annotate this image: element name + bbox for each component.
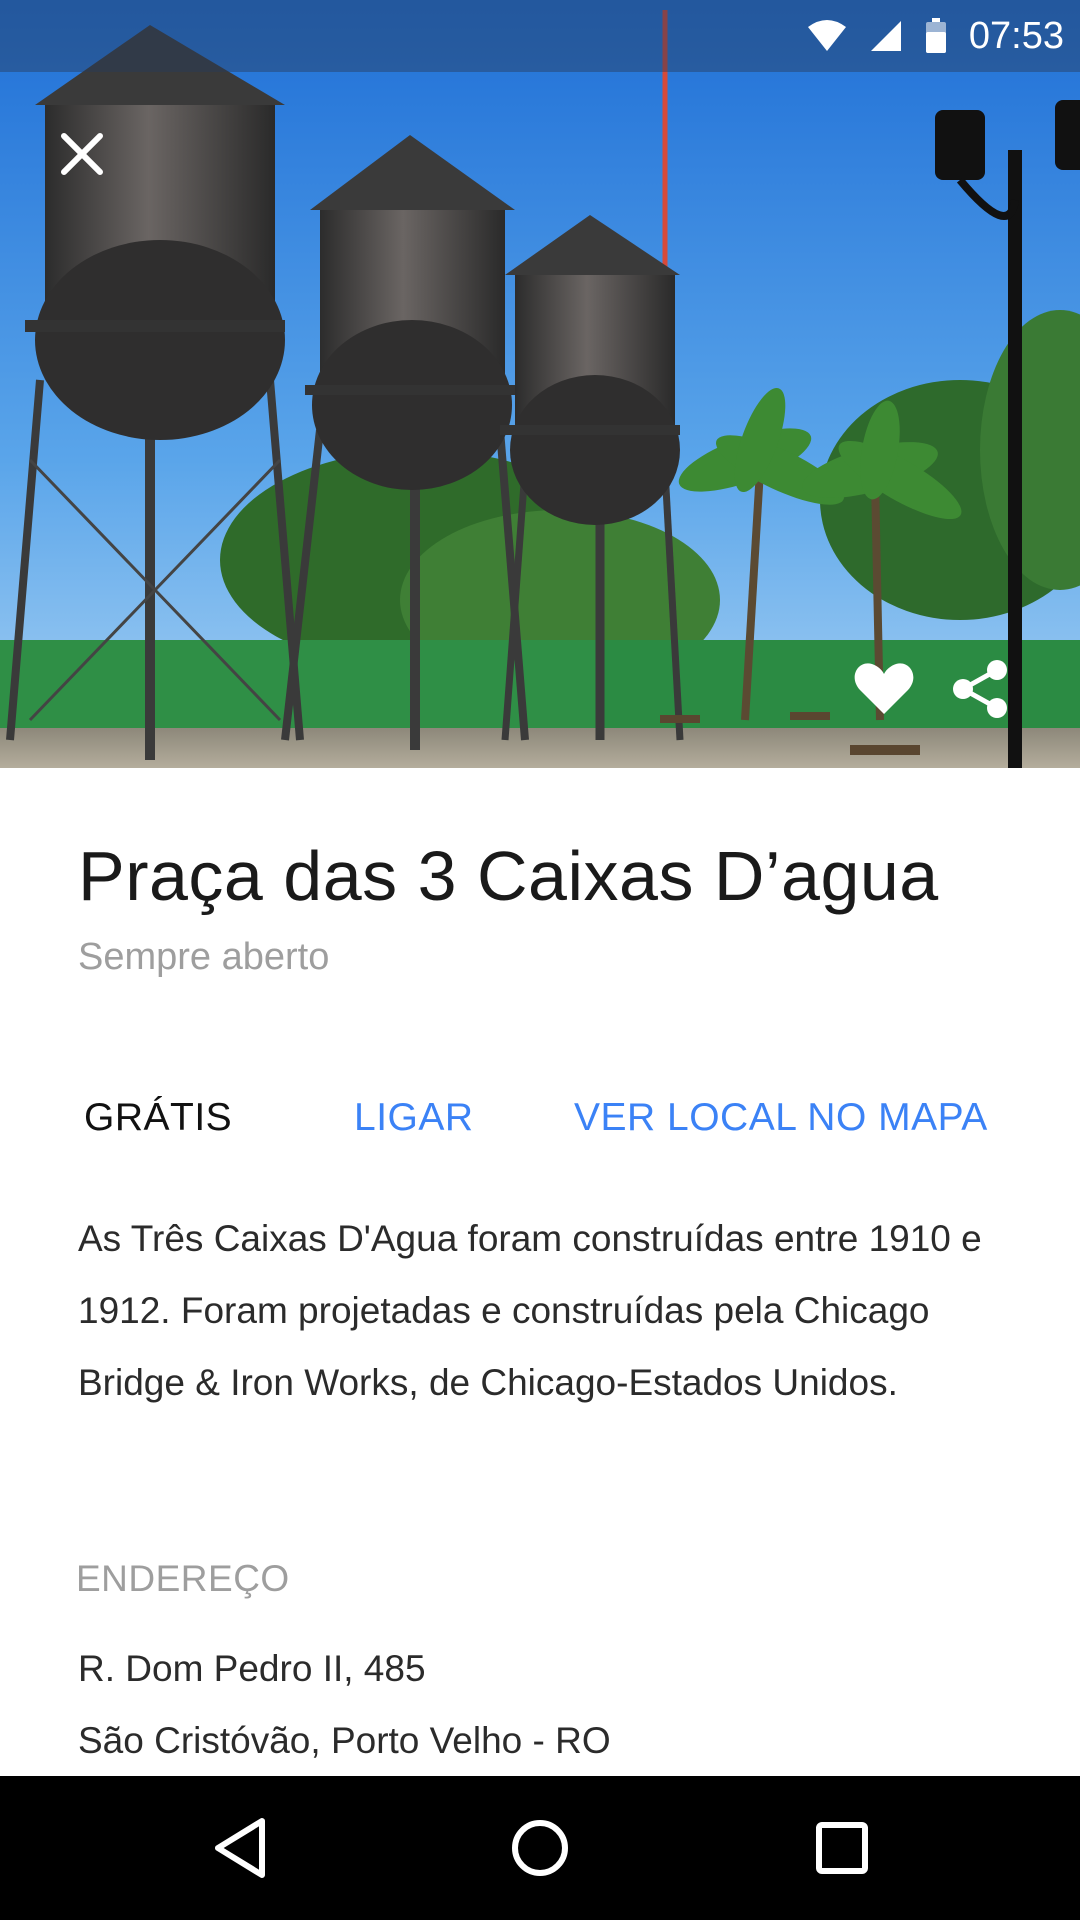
opening-hours: Sempre aberto: [78, 936, 330, 978]
recents-icon: [816, 1822, 868, 1874]
share-button[interactable]: [946, 655, 1014, 723]
place-details: Praça das 3 Caixas D’agua Sempre aberto …: [0, 768, 1080, 1776]
close-button[interactable]: [46, 118, 118, 190]
price-label: GRÁTIS: [84, 1096, 233, 1139]
favorite-button[interactable]: [850, 655, 918, 723]
place-title: Praça das 3 Caixas D’agua: [78, 837, 939, 915]
address-line-2: São Cristóvão, Porto Velho - RO: [78, 1720, 611, 1761]
back-button[interactable]: [200, 1808, 280, 1888]
share-icon: [953, 660, 1007, 718]
battery-icon: [925, 18, 946, 53]
home-icon: [512, 1820, 568, 1876]
status-time: 07:53: [968, 14, 1064, 57]
hero-photo: [0, 0, 1080, 768]
close-icon: [61, 133, 103, 175]
address-label: ENDEREÇO: [76, 1558, 290, 1599]
back-icon: [215, 1818, 265, 1878]
address-line-1: R. Dom Pedro II, 485: [78, 1648, 426, 1689]
home-button[interactable]: [500, 1808, 580, 1888]
place-description: As Três Caixas D'Agua foram construídas …: [78, 1218, 982, 1403]
action-row: GRÁTIS LIGAR VER LOCAL NO MAPA: [0, 1073, 1080, 1163]
wifi-icon: [807, 20, 846, 51]
status-bar: 07:53: [0, 0, 1080, 72]
view-on-map-button[interactable]: VER LOCAL NO MAPA: [574, 1073, 988, 1163]
recents-button[interactable]: [802, 1808, 882, 1888]
system-nav-bar: [0, 1776, 1080, 1920]
cell-signal-icon: [870, 21, 901, 51]
call-button[interactable]: LIGAR: [354, 1073, 474, 1163]
heart-icon: [854, 663, 914, 714]
hero-image: 07:53: [0, 0, 1080, 768]
